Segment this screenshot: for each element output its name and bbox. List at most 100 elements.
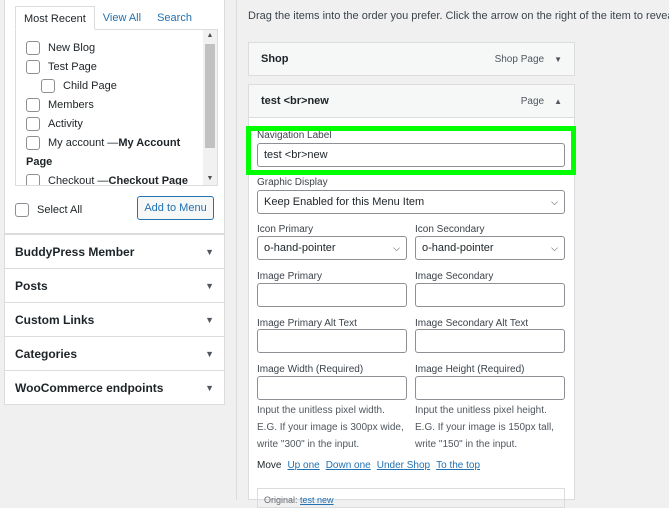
- accordion-buddypress-member[interactable]: BuddyPress Member ▼: [5, 234, 224, 268]
- accordion-categories[interactable]: Categories ▼: [5, 336, 224, 370]
- group-heading: Page: [26, 155, 53, 168]
- image-secondary-label: Image Secondary: [415, 271, 494, 282]
- accordion-posts[interactable]: Posts ▼: [5, 268, 224, 302]
- scroll-down-icon[interactable]: ▼: [203, 173, 217, 185]
- chevron-down-icon: ⌵: [551, 196, 558, 207]
- page-label: Child Page: [63, 79, 117, 92]
- menu-item-title: test <br>new: [261, 95, 329, 107]
- checkbox[interactable]: [26, 97, 40, 112]
- checkbox[interactable]: [26, 59, 40, 74]
- move-links: Move Up one Down one Under Shop To the t…: [257, 460, 480, 471]
- menu-item-title: Shop: [261, 53, 289, 65]
- image-secondary-alt-label: Image Secondary Alt Text: [415, 318, 529, 329]
- help-line: E.G. If your image is 150px tall,: [415, 422, 554, 433]
- list-item[interactable]: Members: [16, 95, 204, 114]
- select-all-label: Select All: [37, 204, 83, 216]
- icon-primary-label: Icon Primary: [257, 224, 314, 235]
- image-primary-label: Image Primary: [257, 271, 323, 282]
- list-item[interactable]: Checkout — Checkout Page: [16, 171, 204, 186]
- list-item[interactable]: Child Page: [16, 76, 204, 95]
- checkbox[interactable]: [26, 173, 40, 185]
- caret-down-icon: ▼: [205, 382, 214, 393]
- navigation-label-input[interactable]: test <br>new: [257, 143, 565, 167]
- graphic-display-label: Graphic Display: [257, 177, 328, 188]
- image-width-input[interactable]: [257, 376, 407, 400]
- caret-up-icon[interactable]: ▲: [554, 97, 562, 106]
- move-up-one-link[interactable]: Up one: [287, 460, 319, 471]
- tab-search[interactable]: Search: [149, 6, 200, 30]
- checkbox[interactable]: [26, 135, 40, 150]
- menu-item-type: Page: [520, 95, 545, 107]
- accordion-title: Categories: [15, 346, 78, 361]
- page-label: Checkout —: [48, 174, 109, 186]
- list-item[interactable]: Activity: [16, 114, 204, 133]
- menu-item-shop[interactable]: Shop Shop Page ▼: [248, 42, 575, 76]
- accordion-title: BuddyPress Member: [15, 244, 135, 259]
- select-all[interactable]: Select All: [15, 203, 82, 217]
- list-item[interactable]: Test Page: [16, 57, 204, 76]
- tab-most-recent[interactable]: Most Recent: [15, 6, 95, 30]
- page-label-strong: My Account: [118, 136, 181, 149]
- image-primary-input[interactable]: [257, 283, 407, 307]
- list-item[interactable]: New Blog: [16, 38, 204, 57]
- column-divider: [236, 0, 237, 500]
- pages-checklist-panel: New Blog Test Page Child Page Members Ac…: [15, 29, 218, 186]
- image-primary-alt-label: Image Primary Alt Text: [257, 318, 357, 329]
- move-label: Move: [257, 460, 282, 471]
- original-label: Original:: [264, 495, 298, 505]
- page-label: New Blog: [48, 41, 96, 54]
- image-secondary-alt-input[interactable]: [415, 329, 565, 353]
- page-label: My account —: [48, 136, 119, 149]
- page-label: Test Page: [48, 60, 97, 73]
- caret-down-icon: ▼: [205, 246, 214, 257]
- accordion-title: Posts: [15, 278, 48, 293]
- graphic-display-value: Keep Enabled for this Menu Item: [264, 196, 425, 208]
- move-under-shop-link[interactable]: Under Shop: [377, 460, 430, 471]
- graphic-display-select[interactable]: Keep Enabled for this Menu Item ⌵: [257, 190, 565, 214]
- menu-item-type: Shop Page: [494, 53, 545, 65]
- checkbox[interactable]: [41, 78, 55, 93]
- accordion-title: WooCommerce endpoints: [15, 380, 164, 395]
- accordion-custom-links[interactable]: Custom Links ▼: [5, 302, 224, 336]
- pages-metabox: Most Recent View All Search New Blog Tes…: [4, 0, 225, 234]
- icon-secondary-value: o-hand-pointer: [422, 242, 494, 254]
- scroll-up-icon[interactable]: ▲: [203, 30, 217, 42]
- accordion-woocommerce-endpoints[interactable]: WooCommerce endpoints ▼: [5, 370, 224, 404]
- caret-down-icon[interactable]: ▼: [554, 55, 562, 64]
- caret-down-icon: ▼: [205, 314, 214, 325]
- scrollbar[interactable]: ▲ ▼: [203, 30, 217, 185]
- scroll-thumb[interactable]: [205, 44, 215, 148]
- help-line: E.G. If your image is 300px wide,: [257, 422, 404, 433]
- image-primary-alt-input[interactable]: [257, 329, 407, 353]
- menu-instructions: Drag the items into the order you prefer…: [248, 10, 669, 22]
- accordion-title: Custom Links: [15, 312, 95, 327]
- icon-primary-value: o-hand-pointer: [264, 242, 336, 254]
- image-height-input[interactable]: [415, 376, 565, 400]
- image-width-label: Image Width (Required): [257, 364, 364, 375]
- menu-item-test-new[interactable]: test <br>new Page ▲: [248, 84, 575, 118]
- caret-down-icon: ▼: [205, 348, 214, 359]
- chevron-down-icon: ⌵: [393, 242, 400, 253]
- page-label: Activity: [48, 117, 83, 130]
- help-line: write "150" in the input.: [415, 439, 518, 450]
- tab-view-all[interactable]: View All: [95, 6, 149, 30]
- chevron-down-icon: ⌵: [551, 242, 558, 253]
- height-help-text: Input the unitless pixel height. E.G. If…: [415, 402, 554, 453]
- metabox-accordion: BuddyPress Member ▼ Posts ▼ Custom Links…: [4, 234, 225, 405]
- icon-secondary-select[interactable]: o-hand-pointer ⌵: [415, 236, 565, 260]
- image-secondary-input[interactable]: [415, 283, 565, 307]
- original-link[interactable]: test new: [300, 495, 334, 505]
- move-to-top-link[interactable]: To the top: [436, 460, 480, 471]
- add-to-menu-button[interactable]: Add to Menu: [137, 196, 214, 220]
- icon-secondary-label: Icon Secondary: [415, 224, 485, 235]
- icon-primary-select[interactable]: o-hand-pointer ⌵: [257, 236, 407, 260]
- image-height-label: Image Height (Required): [415, 364, 525, 375]
- page-label: Members: [48, 98, 94, 111]
- checkbox[interactable]: [26, 116, 40, 131]
- help-line: write "300" in the input.: [257, 439, 360, 450]
- checkbox[interactable]: [26, 40, 40, 55]
- select-all-checkbox[interactable]: [15, 203, 29, 217]
- list-item[interactable]: My account — My Account: [16, 133, 204, 152]
- pages-tabs: Most Recent View All Search: [15, 6, 200, 30]
- move-down-one-link[interactable]: Down one: [326, 460, 371, 471]
